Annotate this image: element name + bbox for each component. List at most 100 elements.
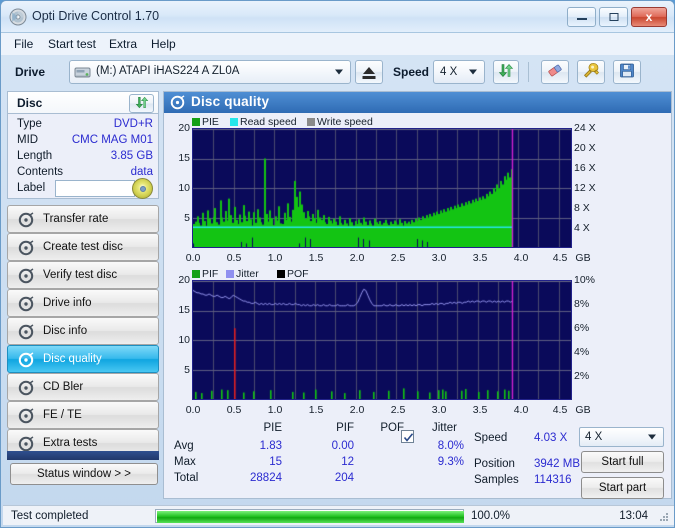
stat-max-pie: 15 — [269, 456, 282, 468]
sidebar-item-label: CD Bler — [43, 381, 84, 393]
sidebar-item-label: Disc info — [43, 325, 88, 337]
progress-bar-fill — [157, 511, 464, 523]
page-title: Disc quality — [191, 94, 270, 109]
stat-col-jitter: Jitter — [432, 422, 457, 434]
legend-label-pof: POF — [287, 268, 309, 280]
legend-swatch-jitter — [226, 270, 234, 278]
drive-select[interactable]: (M:) ATAPI iHAS224 A ZL0A — [69, 60, 351, 84]
save-button[interactable] — [613, 60, 641, 84]
speed-select[interactable]: 4 X — [433, 60, 485, 84]
chart1-xtick: 1.0 — [267, 252, 283, 264]
disc-refresh-button[interactable] — [129, 94, 154, 113]
disc-info-key: Length — [17, 150, 53, 162]
menu-item-help[interactable]: Help — [146, 36, 181, 53]
test-speed-select[interactable]: 4 X — [579, 427, 664, 447]
chart2-ytick: 10 — [178, 334, 190, 346]
eject-icon — [363, 67, 375, 74]
stat-total-pie: 28824 — [250, 472, 282, 484]
disc-info-value: 3.85 GB — [110, 150, 153, 162]
sidebar-item-verify-test-disc[interactable]: Verify test disc — [7, 261, 159, 289]
disc-label-button[interactable] — [132, 178, 153, 199]
menu-item-file[interactable]: File — [9, 36, 38, 53]
disc-info-value: CMC MAG M01 — [71, 134, 153, 146]
close-button[interactable]: x — [631, 7, 667, 27]
legend-swatch-read-speed — [230, 118, 238, 126]
chart1-y2tick: 24 X — [574, 122, 596, 134]
disc-info-value: data — [130, 166, 153, 178]
chevron-down-icon — [648, 434, 656, 440]
sidebar-item-drive-info[interactable]: Drive info — [7, 289, 159, 317]
sidebar-item-disc-quality[interactable]: Disc quality — [7, 345, 159, 373]
chart2-xtick: 0.0 — [185, 404, 201, 416]
menu-item-start-test[interactable]: Start test — [43, 36, 101, 53]
erase-button[interactable] — [541, 60, 569, 84]
app-disc-icon — [9, 8, 27, 26]
chart2-xtick: 3.5 — [472, 404, 488, 416]
chart1-y2tick: 16 X — [574, 162, 596, 174]
chart2-y2tick: 6% — [574, 322, 590, 334]
jitter-checkbox[interactable] — [401, 430, 414, 443]
chart1-xaxis: 0.0 0.5 1.0 1.5 2.0 2.5 3.0 3.5 4.0 4.5 … — [164, 252, 671, 266]
sidebar-item-label: Drive info — [43, 297, 92, 309]
stat-row-label-total: Total — [174, 472, 199, 484]
drive-icon — [74, 64, 91, 81]
sidebar-item-fe-te[interactable]: FE / TE — [7, 401, 159, 429]
legend-label-pif: PIF — [202, 268, 219, 280]
status-bar: Test completed 100.0% 13:04 — [3, 505, 674, 525]
stat-avg-pie: 1.83 — [259, 440, 282, 452]
disc-info-row-mid: MID CMC MAG M01 — [8, 134, 160, 150]
readout-position-label: Position — [474, 458, 515, 470]
eject-button[interactable] — [355, 60, 383, 84]
resize-grip-icon[interactable] — [658, 511, 670, 523]
disc-icon — [170, 95, 185, 110]
start-full-label: Start full — [601, 456, 644, 468]
disc-icon — [18, 352, 34, 368]
sidebar-item-cd-bler[interactable]: CD Bler — [7, 373, 159, 401]
speed-label: Speed — [393, 65, 430, 79]
progress-bar — [155, 509, 464, 523]
start-full-button[interactable]: Start full — [581, 451, 664, 473]
disc-info-key: MID — [17, 134, 39, 146]
readout-speed-label: Speed — [474, 432, 508, 444]
stat-row-label-max: Max — [174, 456, 196, 468]
chart1-xunit: GB — [575, 252, 591, 264]
start-part-button[interactable]: Start part — [581, 477, 664, 499]
chart2-y2tick: 4% — [574, 346, 590, 358]
menu-bar: File Start test Extra Help — [1, 33, 674, 55]
chart1-ytick: 20 — [178, 122, 190, 134]
sidebar-item-disc-info[interactable]: Disc info — [7, 317, 159, 345]
stat-avg-jitter: 8.0% — [437, 440, 464, 452]
maximize-icon — [609, 13, 618, 21]
chart1-xtick: 2.5 — [390, 252, 406, 264]
sidebar-item-label: Disc quality — [43, 353, 102, 365]
chart2-xtick: 1.0 — [267, 404, 283, 416]
chevron-down-icon — [335, 69, 343, 75]
chart2-y2tick: 2% — [574, 370, 590, 382]
left-sidebar: Disc Type DVD+R MID CMC MAG M01 Length 3… — [7, 91, 159, 499]
legend-label-write-speed: Write speed — [317, 116, 373, 128]
pif-plot-area — [192, 280, 572, 400]
disc-panel-title: Disc — [17, 96, 43, 110]
minimize-button[interactable] — [567, 7, 596, 27]
status-window-button[interactable]: Status window > > — [10, 463, 158, 485]
disc-icon — [18, 212, 34, 228]
refresh-button[interactable] — [493, 60, 519, 84]
menu-item-extra[interactable]: Extra — [104, 36, 142, 53]
drive-label: Drive — [15, 65, 46, 79]
toolbar-separator — [528, 62, 529, 82]
maximize-button[interactable] — [599, 7, 628, 27]
sidebar-item-transfer-rate[interactable]: Transfer rate — [7, 205, 159, 233]
disc-icon — [18, 240, 34, 256]
tools-button[interactable] — [577, 60, 605, 84]
disc-label-input[interactable] — [55, 180, 135, 197]
chart1-y2tick: 4 X — [574, 222, 590, 234]
legend-label-jitter: Jitter — [236, 268, 259, 280]
stat-row-label-avg: Avg — [174, 440, 194, 452]
chart1-xtick: 2.0 — [349, 252, 365, 264]
disc-info-key: Type — [17, 118, 42, 130]
sidebar-item-label: Extra tests — [43, 437, 98, 449]
close-icon: x — [645, 10, 653, 24]
sidebar-item-create-test-disc[interactable]: Create test disc — [7, 233, 159, 261]
disc-icon — [18, 436, 34, 452]
progress-percent: 100.0% — [471, 510, 511, 522]
